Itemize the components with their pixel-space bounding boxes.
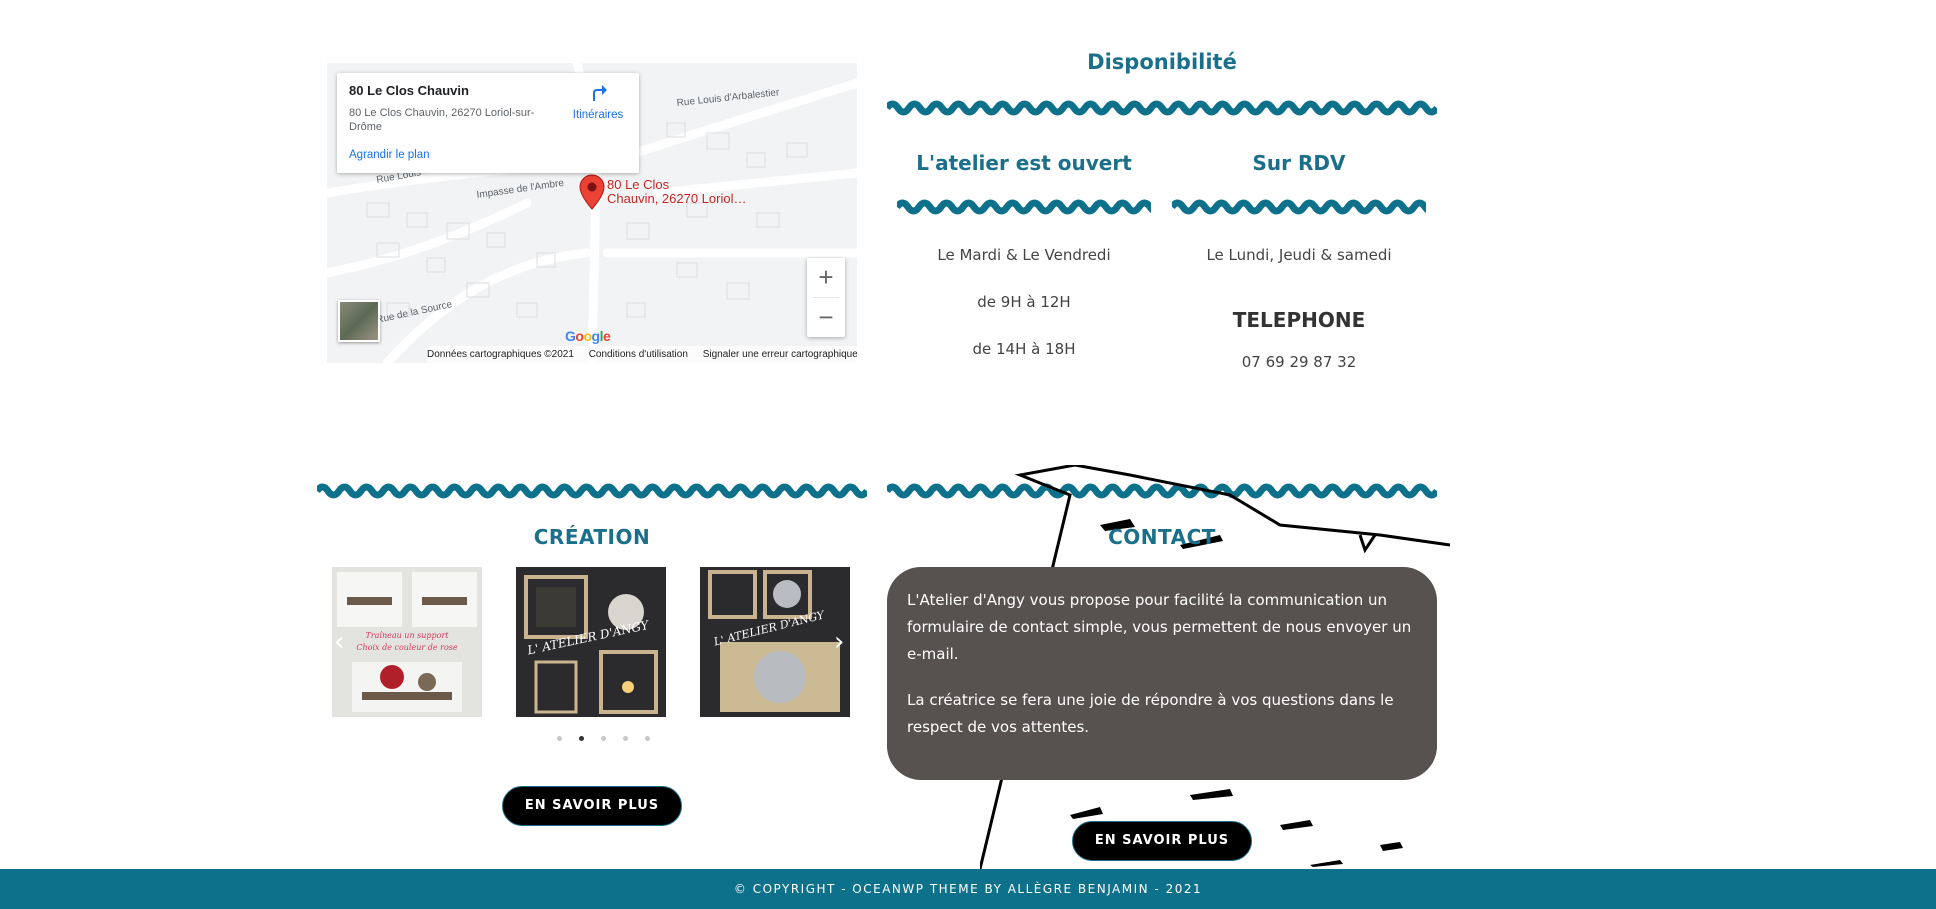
wave-divider: [897, 199, 1151, 215]
footer: © COPYRIGHT - OCEANWP THEME BY ALLÈGRE B…: [0, 869, 1936, 909]
map-info-card: 80 Le Clos Chauvin 80 Le Clos Chauvin, 2…: [337, 73, 639, 173]
open-afternoon: de 14H à 18H: [972, 340, 1076, 358]
zoom-controls: + −: [807, 258, 845, 337]
directions-label: Itinéraires: [572, 109, 624, 121]
satellite-toggle[interactable]: [338, 300, 380, 342]
carousel-dot[interactable]: [645, 736, 651, 741]
pin-label-line2: Chauvin, 26270 Loriol…: [607, 191, 747, 206]
zoom-out-button[interactable]: −: [807, 298, 845, 337]
slide-caption-line2: Choix de couleur de rose: [356, 643, 458, 652]
contact-more-button[interactable]: EN SAVOIR PLUS: [1072, 821, 1252, 861]
availability-title: Disponibilité: [1087, 50, 1237, 74]
open-title: L'atelier est ouvert: [916, 151, 1132, 175]
contact-paragraph-1: L'Atelier d'Angy vous propose pour facil…: [907, 591, 1412, 663]
contact-paragraph-2: La créatrice se fera une joie de répondr…: [907, 691, 1394, 736]
report-error-link[interactable]: Signaler une erreur cartographique: [703, 349, 857, 360]
slide-caption: Traîneau un support Choix de couleur de …: [332, 630, 482, 654]
pin-label-line1: 80 Le Clos: [607, 177, 670, 192]
carousel-dots: [551, 726, 656, 741]
carousel-dot[interactable]: [623, 736, 629, 741]
zoom-in-button[interactable]: +: [807, 258, 845, 297]
google-map[interactable]: Rue Louis d'Arbalestier Impasse de l'Amb…: [327, 63, 857, 363]
contact-box: L'Atelier d'Angy vous propose pour facil…: [887, 567, 1437, 780]
carousel-dot[interactable]: [601, 736, 607, 741]
creation-more-button[interactable]: EN SAVOIR PLUS: [502, 786, 682, 826]
carousel-slide[interactable]: L' ATELIER D'ANGY: [516, 567, 666, 717]
google-logo: Google: [565, 328, 611, 344]
map-address: 80 Le Clos Chauvin, 26270 Loriol-sur-Drô…: [349, 107, 535, 133]
enlarge-map-link[interactable]: Agrandir le plan: [349, 149, 430, 161]
phone-title: TELEPHONE: [1232, 308, 1366, 332]
creation-title: CRÉATION: [533, 525, 651, 549]
rdv-title: Sur RDV: [1252, 151, 1346, 175]
open-morning: de 9H à 12H: [977, 293, 1071, 311]
rdv-days: Le Lundi, Jeudi & samedi: [1206, 246, 1392, 264]
terms-link[interactable]: Conditions d'utilisation: [589, 349, 688, 360]
wave-divider: [887, 100, 1437, 116]
carousel-dot[interactable]: [557, 736, 562, 741]
pin-label: 80 Le Clos Chauvin, 26270 Loriol…: [607, 178, 746, 206]
wave-divider: [1172, 199, 1426, 215]
carousel-dot-active[interactable]: [579, 736, 585, 741]
map-place-name: 80 Le Clos Chauvin: [349, 83, 469, 98]
next-arrow-icon[interactable]: ›: [834, 627, 844, 657]
prev-arrow-icon[interactable]: ‹: [334, 627, 344, 657]
directions-button[interactable]: Itinéraires: [563, 81, 633, 121]
slide-caption-line1: Traîneau un support: [365, 631, 449, 640]
copyright-text: © COPYRIGHT - OCEANWP THEME BY ALLÈGRE B…: [733, 882, 1203, 896]
open-days: Le Mardi & Le Vendredi: [937, 246, 1111, 264]
phone-number[interactable]: 07 69 29 87 32: [1172, 353, 1426, 371]
directions-icon: [593, 85, 607, 101]
map-data-credit: Données cartographiques ©2021: [427, 349, 574, 360]
carousel-slide[interactable]: Traîneau un support Choix de couleur de …: [332, 567, 482, 717]
wave-divider: [317, 483, 867, 499]
carousel-slide[interactable]: L' ATELIER D'ANGY ›: [700, 567, 850, 717]
map-attribution: Données cartographiques ©2021 Conditions…: [427, 346, 857, 363]
contact-title: CONTACT: [1108, 525, 1216, 549]
